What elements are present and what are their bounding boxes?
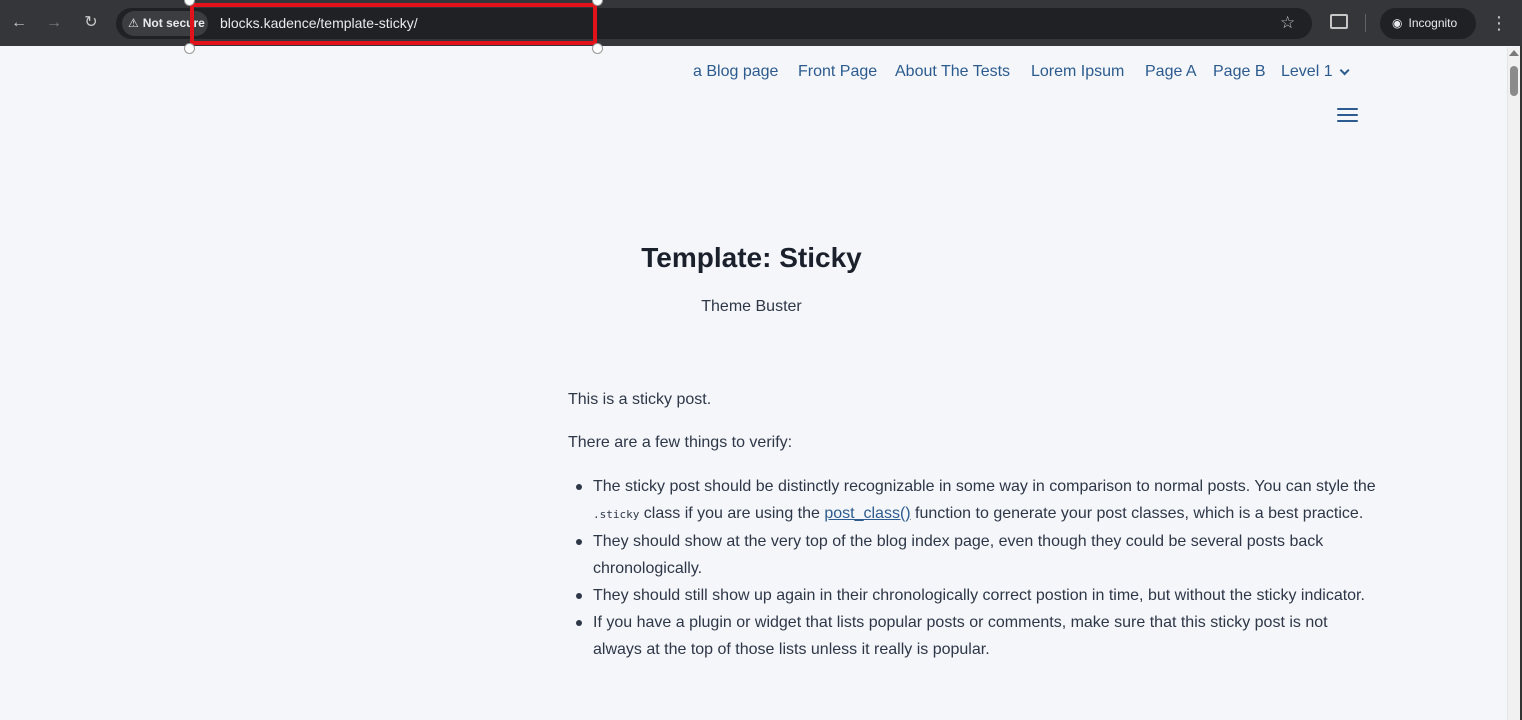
- url-highlight-box: [190, 3, 597, 45]
- nav-item-page-a[interactable]: Page A: [1145, 62, 1197, 82]
- nav-item-level-1[interactable]: Level 1: [1281, 62, 1350, 82]
- chevron-down-icon: [1339, 65, 1350, 76]
- reload-icon[interactable]: ↻: [80, 12, 102, 34]
- incognito-icon: ◉: [1392, 16, 1403, 30]
- selection-handle[interactable]: [592, 43, 603, 54]
- list-item: They should still show up again in their…: [568, 582, 1378, 609]
- warning-triangle-icon: ⚠: [128, 16, 139, 30]
- nav-item-front-page[interactable]: Front Page: [798, 62, 877, 82]
- incognito-label: Incognito: [1408, 16, 1458, 30]
- page-title: Template: Sticky: [641, 242, 862, 273]
- verification-list: The sticky post should be distinctly rec…: [568, 473, 1378, 663]
- list-item: The sticky post should be distinctly rec…: [568, 473, 1378, 528]
- nav-item-lorem-ipsum[interactable]: Lorem Ipsum: [1031, 62, 1124, 82]
- forward-arrow-icon[interactable]: →: [43, 12, 65, 34]
- side-panel-icon[interactable]: [1330, 14, 1348, 29]
- nav-item-level-1-label: Level 1: [1281, 63, 1333, 80]
- lead-paragraph: There are a few things to verify:: [568, 434, 793, 451]
- more-menu-icon[interactable]: ⋮: [1490, 12, 1508, 34]
- sticky-class-code: .sticky: [593, 508, 640, 521]
- nav-item-blog[interactable]: a Blog page: [693, 62, 778, 82]
- post-class-link[interactable]: post_class(): [824, 505, 910, 522]
- intro-paragraph: This is a sticky post.: [568, 391, 712, 408]
- selection-handle[interactable]: [184, 43, 195, 54]
- list-item: If you have a plugin or widget that list…: [568, 609, 1378, 663]
- hamburger-menu-icon[interactable]: [1337, 107, 1359, 123]
- back-arrow-icon[interactable]: ←: [8, 12, 30, 34]
- scrollbar-thumb[interactable]: [1510, 66, 1518, 96]
- toolbar-divider: [1365, 14, 1366, 32]
- page-subtitle: Theme Buster: [701, 298, 802, 315]
- list-item: They should show at the very top of the …: [568, 528, 1378, 582]
- nav-item-page-b[interactable]: Page B: [1213, 62, 1265, 82]
- incognito-badge[interactable]: ◉ Incognito: [1380, 8, 1476, 39]
- nav-item-about-the-tests[interactable]: About The Tests: [895, 62, 1010, 82]
- bookmark-star-icon[interactable]: ☆: [1280, 12, 1295, 34]
- scroll-up-arrow-icon[interactable]: [1509, 50, 1519, 56]
